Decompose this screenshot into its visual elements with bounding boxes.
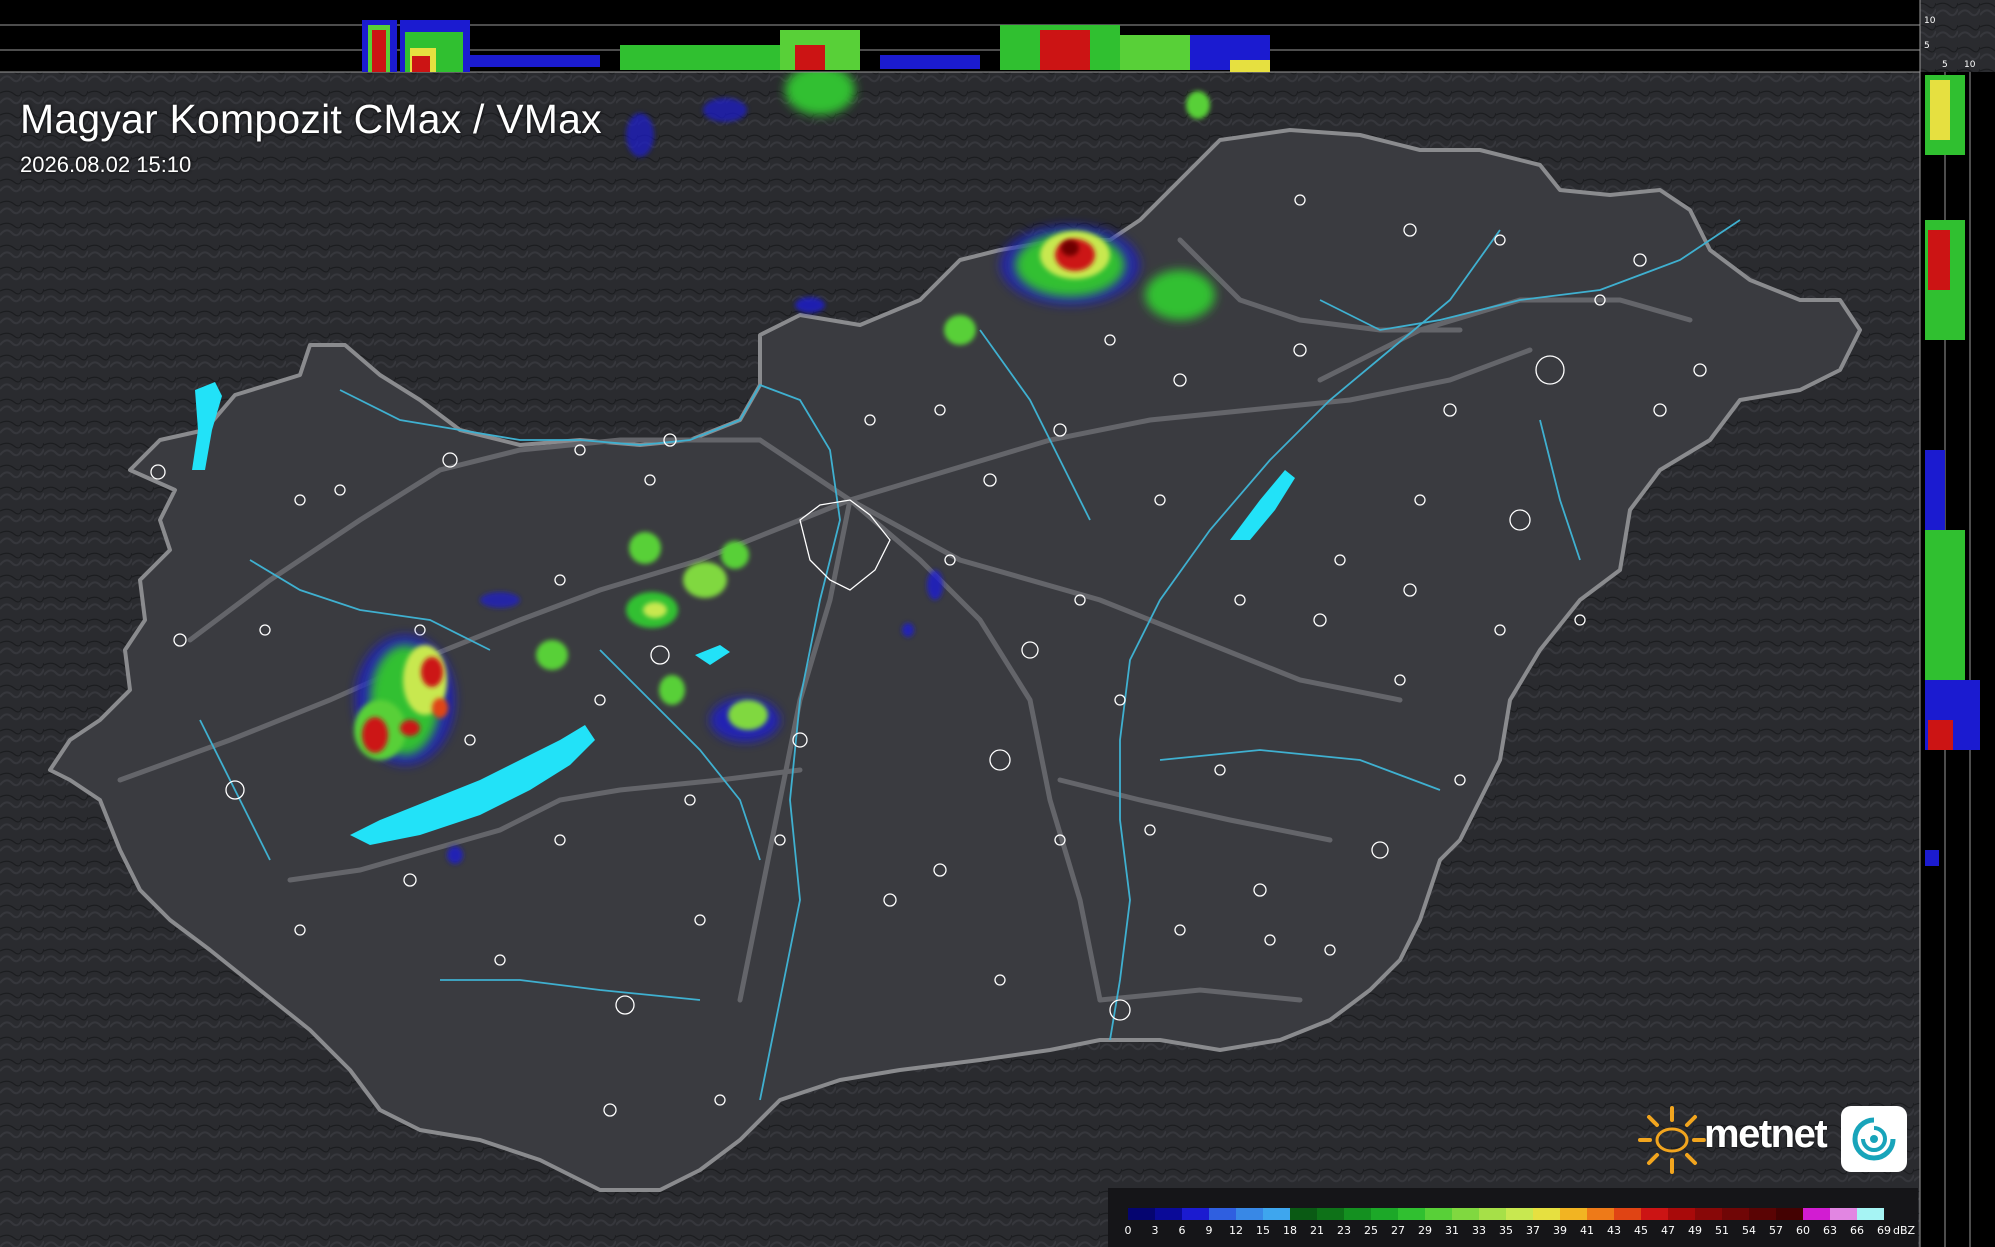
legend-tick-label: 15: [1256, 1224, 1270, 1237]
right-profile-panel: [1919, 0, 1995, 1247]
legend-swatch: [1722, 1208, 1749, 1220]
legend-tick-label: 21: [1310, 1224, 1324, 1237]
legend-tick-label: 12: [1229, 1224, 1243, 1237]
legend-tick-label: 0: [1124, 1224, 1132, 1237]
legend-swatch: [1290, 1208, 1317, 1220]
legend-swatch: [1533, 1208, 1560, 1220]
legend-swatch: [1749, 1208, 1776, 1220]
legend-swatch: [1803, 1208, 1830, 1220]
legend-swatch: [1668, 1208, 1695, 1220]
legend-tick-label: 35: [1499, 1224, 1513, 1237]
legend-tick-label: 33: [1472, 1224, 1486, 1237]
legend-swatch: [1317, 1208, 1344, 1220]
legend-tick-label: 47: [1661, 1224, 1675, 1237]
legend-swatch: [1209, 1208, 1236, 1220]
legend-tick-label: 6: [1178, 1224, 1186, 1237]
top-profile-panel: [0, 0, 1920, 73]
metnet-swirl-icon: [1841, 1106, 1907, 1172]
legend-panel: 0 3 6 9 12 15 18 21 23 25 27 29 31 33 35 37 39 41 43 45 47 49…: [1108, 1188, 1918, 1247]
legend-tick-label: 39: [1553, 1224, 1567, 1237]
legend-tick-label: 27: [1391, 1224, 1405, 1237]
legend-swatch: [1425, 1208, 1452, 1220]
legend-unit: dBZ: [1893, 1224, 1916, 1237]
legend-tick-label: 41: [1580, 1224, 1594, 1237]
legend-swatch: [1560, 1208, 1587, 1220]
legend-swatch: [1182, 1208, 1209, 1220]
legend-swatch: [1830, 1208, 1857, 1220]
map-timestamp: 2026.08.02 15:10: [20, 152, 192, 177]
legend-tick-label: 31: [1445, 1224, 1459, 1237]
legend-tick-label: 23: [1337, 1224, 1351, 1237]
legend-swatch: [1371, 1208, 1398, 1220]
metnet-logo: metnet: [1636, 1104, 1908, 1176]
legend-swatch: [1506, 1208, 1533, 1220]
legend-tick-label: 49: [1688, 1224, 1702, 1237]
map-title: Magyar Kompozit CMax / VMax: [20, 96, 602, 142]
legend-tick-label: 60: [1796, 1224, 1810, 1237]
legend-swatch: [1776, 1208, 1803, 1220]
legend-swatch: [1263, 1208, 1290, 1220]
legend-swatch: [1344, 1208, 1371, 1220]
right-axis-label-10: 10: [1964, 60, 1976, 70]
legend-tick-label: 45: [1634, 1224, 1648, 1237]
legend-swatch: [1587, 1208, 1614, 1220]
legend-swatch: [1398, 1208, 1425, 1220]
legend-swatch: [1236, 1208, 1263, 1220]
right-axis-label-5: 5: [1942, 60, 1948, 70]
legend-swatch: [1641, 1208, 1668, 1220]
legend-tick-label: 43: [1607, 1224, 1621, 1237]
top-axis-label-10: 10: [1924, 16, 1936, 26]
legend-tick-label: 9: [1205, 1224, 1213, 1237]
sun-rays-icon: [1638, 1106, 1706, 1174]
legend-tick-label: 18: [1283, 1224, 1297, 1237]
legend-swatch: [1452, 1208, 1479, 1220]
legend-swatch: [1695, 1208, 1722, 1220]
legend-tick-label: 69: [1877, 1224, 1891, 1237]
legend-swatch: [1128, 1208, 1155, 1220]
legend-tick-label: 54: [1742, 1224, 1756, 1237]
legend-tick-label: 25: [1364, 1224, 1378, 1237]
legend-tick-label: 57: [1769, 1224, 1783, 1237]
legend-tick-label: 63: [1823, 1224, 1837, 1237]
legend-tick-label: 66: [1850, 1224, 1864, 1237]
legend-swatch: [1614, 1208, 1641, 1220]
legend-swatch: [1857, 1208, 1884, 1220]
top-axis-label-5: 5: [1924, 41, 1930, 51]
radar-map: [0, 0, 1995, 1247]
legend-tick-label: 51: [1715, 1224, 1729, 1237]
legend-tick-label: 37: [1526, 1224, 1540, 1237]
legend-tick-label: 29: [1418, 1224, 1432, 1237]
legend-tick-label: 3: [1151, 1224, 1159, 1237]
legend-swatch: [1155, 1208, 1182, 1220]
logo-text: metnet: [1704, 1112, 1828, 1156]
legend-swatch: [1479, 1208, 1506, 1220]
